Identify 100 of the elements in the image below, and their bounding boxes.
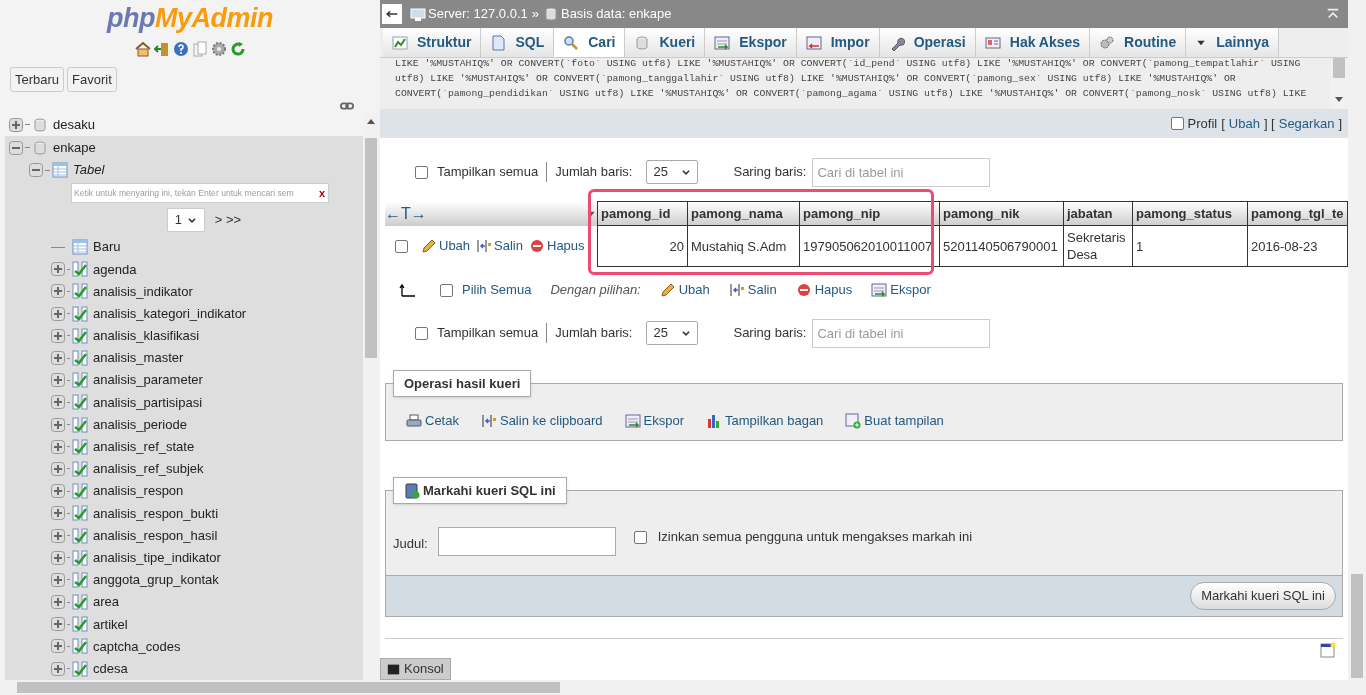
expand-icon[interactable] (51, 395, 65, 410)
expand-icon[interactable] (51, 306, 65, 321)
table-name[interactable]: analisis_parameter (93, 370, 203, 390)
console-tab[interactable]: Konsol (380, 658, 451, 680)
database-name[interactable]: enkape (53, 137, 96, 158)
table-name[interactable]: analisis_respon_bukti (93, 503, 219, 524)
expand-icon[interactable] (51, 351, 65, 366)
rows-select[interactable]: 25 (646, 321, 699, 345)
tab[interactable]: Ekspor (705, 28, 797, 57)
breadcrumb-database-link[interactable]: Basis data: enkape (560, 4, 672, 24)
horizontal-scrollbar[interactable] (380, 680, 1366, 695)
copy-link[interactable]: Salin (728, 280, 777, 300)
checkbox[interactable] (415, 165, 428, 179)
edit-link[interactable]: Ubah (421, 236, 471, 256)
expand-icon[interactable] (51, 373, 65, 388)
expand-icon[interactable] (51, 617, 65, 632)
tab[interactable]: SQL (481, 28, 555, 57)
copy-link[interactable]: Salin (476, 236, 523, 256)
tab[interactable]: Hak Akses (975, 28, 1091, 57)
expand-icon[interactable] (51, 328, 65, 343)
new-table-link[interactable]: Baru (93, 237, 121, 257)
expand-icon[interactable] (51, 595, 65, 610)
expand-icon[interactable] (51, 461, 65, 476)
table-name[interactable]: analisis_partisipasi (93, 392, 203, 413)
column-header[interactable]: pamong_status (1132, 201, 1248, 226)
expand-icon[interactable] (51, 506, 65, 521)
tab[interactable]: Struktur (383, 28, 482, 57)
table-name[interactable]: analisis_respon_hasil (93, 525, 218, 546)
column-header[interactable]: pamong_nama (687, 201, 800, 226)
title-field[interactable] (437, 527, 616, 556)
table-name[interactable]: anggota_grup_kontak (93, 570, 219, 590)
column-header[interactable]: jabatan (1063, 201, 1133, 226)
expand-icon[interactable] (51, 661, 65, 676)
sidebar-tab-button[interactable]: Terbaru (10, 67, 65, 92)
tab[interactable]: Lainnya (1186, 28, 1280, 57)
expand-icon[interactable] (51, 639, 65, 654)
tab[interactable]: Operasi (879, 28, 976, 57)
export-link[interactable]: Ekspor (871, 280, 931, 300)
column-header[interactable]: pamong_tgl_te (1247, 201, 1348, 226)
expand-icon[interactable] (51, 528, 65, 543)
expand-icon[interactable] (51, 572, 65, 587)
column-arrows[interactable]: ←T→ (385, 201, 427, 226)
column-header[interactable]: pamong_nip (799, 201, 940, 226)
filter-rows-field[interactable]: Cari di tabel ini (812, 157, 991, 187)
breadcrumb-server-link[interactable]: Server: 127.0.0.1 (428, 4, 528, 24)
expand-icon[interactable] (51, 417, 65, 432)
page-select[interactable]: 1 (166, 208, 205, 232)
tab[interactable]: Impor (796, 28, 880, 57)
logo[interactable]: phpMyAdmin (107, 3, 273, 33)
expand-icon[interactable] (51, 550, 65, 565)
sidebar-tab-button[interactable]: Favorit (67, 67, 117, 92)
export-link[interactable]: Ekspor (624, 410, 685, 431)
checkbox[interactable] (395, 239, 408, 253)
clear-button[interactable]: x (315, 184, 328, 202)
edit-link[interactable]: Ubah (659, 280, 710, 300)
table-name[interactable]: analisis_ref_subjek (93, 459, 204, 479)
tree-group-label[interactable]: Tabel (73, 160, 105, 180)
filter-rows-field[interactable]: Cari di tabel ini (812, 318, 991, 348)
copy-clipboard-link[interactable]: Salin ke clipboard (480, 410, 603, 431)
column-header[interactable]: pamong_id (597, 201, 688, 226)
expand-icon[interactable] (51, 284, 65, 299)
scroll-up-arrow-icon[interactable] (367, 118, 375, 124)
table-name[interactable]: area (93, 592, 120, 612)
expand-icon[interactable] (51, 484, 65, 499)
print-link[interactable]: Cetak (406, 410, 459, 431)
table-name[interactable]: cdesa (93, 658, 128, 679)
table-name[interactable]: artikel (93, 614, 128, 635)
delete-link[interactable]: Hapus (529, 236, 585, 256)
edit-link[interactable]: Ubah (1228, 113, 1260, 134)
select-all-link[interactable]: Pilih Semua (462, 280, 532, 300)
table-name[interactable]: analisis_respon (93, 481, 184, 501)
table-name[interactable]: analisis_kategori_indikator (93, 303, 247, 324)
vertical-scrollbar[interactable] (1348, 0, 1366, 680)
table-name[interactable]: agenda (93, 259, 137, 280)
tab[interactable]: Kueri (625, 28, 706, 57)
tab[interactable]: Cari (554, 28, 626, 57)
filter-field[interactable]: Ketik untuk menyaring ini, tekan Enter untuk mencari sem x (71, 183, 329, 203)
checkbox[interactable] (633, 531, 647, 544)
delete-link[interactable]: Hapus (795, 280, 853, 300)
checkbox[interactable] (415, 326, 428, 340)
collapse-icon[interactable] (29, 163, 43, 177)
page-next-link[interactable]: > >> (214, 210, 242, 230)
expand-icon[interactable] (51, 439, 65, 454)
table-name[interactable]: analisis_ref_state (93, 437, 195, 457)
bookmark-button[interactable]: Markahi kueri SQL ini (1190, 582, 1336, 610)
refresh-link[interactable]: Segarkan (1278, 113, 1335, 134)
table-name[interactable]: analisis_periode (93, 414, 187, 435)
checkbox[interactable] (440, 283, 453, 297)
table-name[interactable]: analisis_master (93, 348, 184, 368)
table-name[interactable]: analisis_klasifikasi (93, 326, 200, 346)
create-view-link[interactable]: Buat tampilan (845, 410, 944, 431)
chart-link[interactable]: Tampilkan bagan (706, 410, 824, 431)
checkbox[interactable] (1170, 117, 1184, 130)
database-name[interactable]: desaku (53, 114, 95, 135)
table-name[interactable]: analisis_indikator (93, 281, 193, 302)
collapse-icon[interactable] (9, 140, 23, 155)
expand-icon[interactable] (51, 262, 65, 277)
scroll-down-arrow-icon[interactable] (1335, 97, 1343, 103)
column-header[interactable]: pamong_nik (939, 201, 1064, 226)
table-name[interactable]: analisis_tipe_indikator (93, 547, 221, 568)
